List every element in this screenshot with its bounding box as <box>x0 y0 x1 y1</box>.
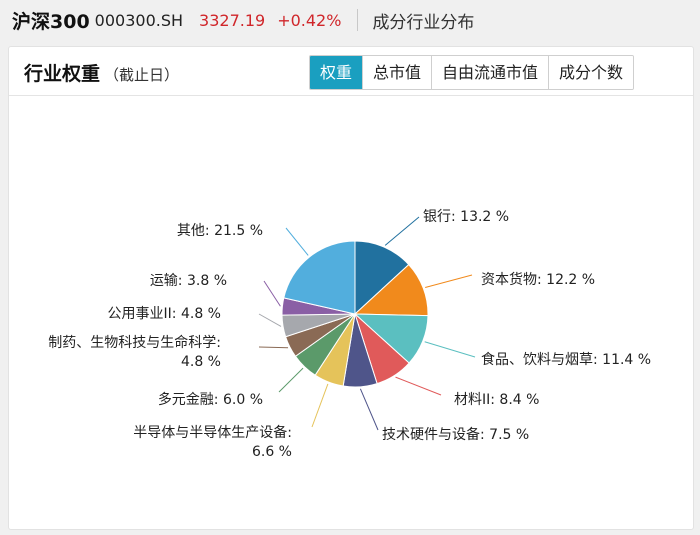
industry-pie-chart: 银行: 13.2 % 资本货物: 12.2 % 食品、饮料与烟草: 11.4 % 材料… <box>48 209 651 460</box>
index-name: 沪深300 <box>12 10 90 33</box>
slice-label: 其他: 21.5 % <box>177 223 263 239</box>
slice-leader-line <box>285 227 309 256</box>
index-price: 3327.19 <box>199 10 266 30</box>
header-divider <box>357 9 359 31</box>
slice-label: 运输: 3.8 % <box>150 273 227 289</box>
slice-label: 多元金融: 6.0 % <box>158 391 263 408</box>
slice-leader-line <box>263 280 281 307</box>
index-header: 沪深300 000300.SH 3327.19 +0.42% 成分行业分布 <box>0 0 700 40</box>
slice-label: 资本货物: 12.2 % <box>481 271 595 288</box>
slice-leader-line <box>258 313 282 327</box>
slice-leader-line <box>311 383 329 428</box>
slice-leader-line <box>384 216 420 246</box>
slice-label: 制药、生物科技与生命科学: <box>48 334 221 351</box>
slice-label: 银行: 13.2 % <box>423 209 509 225</box>
slice-label: 6.6 % <box>252 444 292 460</box>
slice-leader-line <box>424 341 476 358</box>
slice-label: 技术硬件与设备: 7.5 % <box>382 426 529 443</box>
slice-label: 4.8 % <box>181 354 221 370</box>
industry-weight-card: 行业权重 （截止日） 权重 总市值 自由流通市值 成分个数 银行: 13.2 % 资… <box>8 46 694 530</box>
slice-leader-line <box>278 367 304 393</box>
page-label: 成分行业分布 <box>372 12 475 33</box>
slice-leader-line <box>258 346 289 349</box>
slice-label: 半导体与半导体生产设备: <box>133 424 292 441</box>
slice-leader-line <box>395 376 442 396</box>
index-change: +0.42% <box>277 10 342 30</box>
index-code: 000300.SH <box>94 10 184 30</box>
slice-leader-line <box>425 274 473 289</box>
slice-label: 食品、饮料与烟草: 11.4 % <box>481 351 651 368</box>
slice-label: 公用事业II: 4.8 % <box>108 306 221 322</box>
slice-leader-line <box>359 388 379 431</box>
slice-label: 材料II: 8.4 % <box>454 392 539 408</box>
